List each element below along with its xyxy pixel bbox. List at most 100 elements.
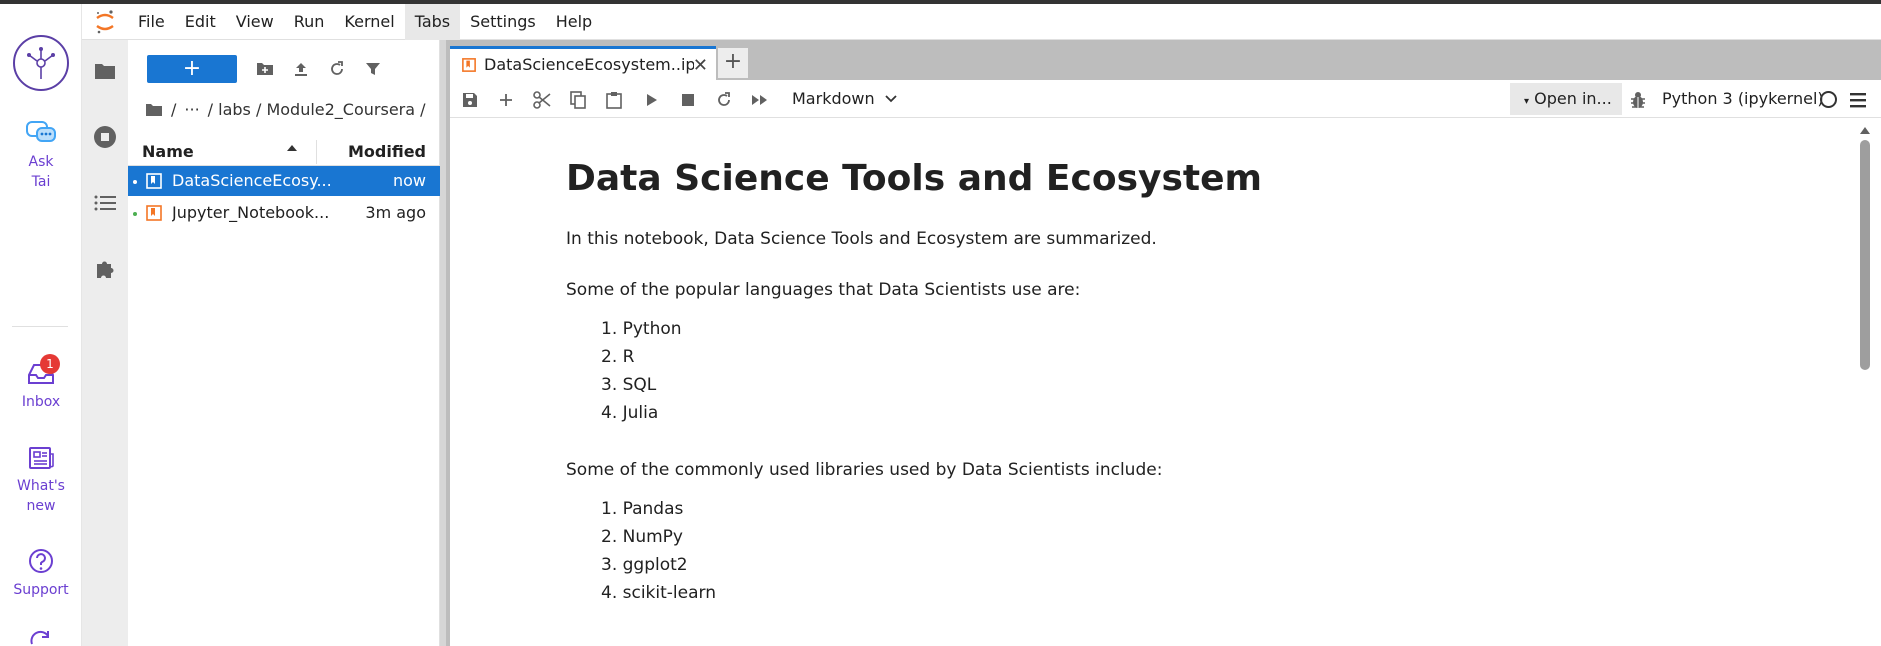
- column-name[interactable]: Name: [142, 142, 194, 161]
- inbox-badge: 1: [40, 354, 60, 374]
- breadcrumb-path[interactable]: / labs / Module2_Coursera /: [208, 100, 426, 119]
- debugger-button[interactable]: [1628, 90, 1648, 110]
- file-browser: + / ··· / labs / Module2_Coursera / Name…: [128, 40, 440, 646]
- hamburger-menu-icon[interactable]: [1848, 90, 1868, 110]
- rail-item-whats-new[interactable]: What's new: [0, 446, 82, 516]
- app-rail: Ask Tai 1 Inbox What's new Support: [0, 4, 82, 646]
- save-icon: [463, 93, 477, 107]
- clipboard-icon: [606, 92, 622, 109]
- menu-kernel[interactable]: Kernel: [334, 4, 404, 40]
- cell-type-select[interactable]: Markdown: [792, 89, 897, 108]
- extensions-tab[interactable]: [82, 246, 128, 292]
- kernel-name[interactable]: Python 3 (ipykernel): [1662, 89, 1824, 108]
- menu-edit[interactable]: Edit: [175, 4, 226, 40]
- upload-button[interactable]: [290, 58, 312, 80]
- rail-item-refresh[interactable]: [0, 630, 82, 646]
- scroll-thumb[interactable]: [1860, 140, 1870, 370]
- play-icon: [647, 94, 657, 106]
- caret-down-icon: ▾: [1524, 96, 1530, 107]
- copy-button[interactable]: [568, 90, 588, 110]
- folder-icon[interactable]: [145, 103, 163, 117]
- puzzle-piece-icon: [97, 261, 114, 278]
- copy-icon: [570, 91, 586, 109]
- libraries-list: 1. Pandas 2. NumPy 3. ggplot2 4. scikit-…: [601, 495, 716, 607]
- breadcrumb-root[interactable]: /: [171, 100, 176, 119]
- file-name: DataScienceEcosy...: [172, 171, 332, 190]
- open-in-button[interactable]: ▾ Open in...: [1510, 83, 1622, 115]
- tab-notebook[interactable]: DataScienceEcosystem..ipynb ✕: [450, 46, 716, 80]
- cell-type-value: Markdown: [792, 89, 875, 108]
- rail-label: new: [26, 498, 56, 514]
- list-item: 1. Pandas: [601, 499, 684, 519]
- notebook-content[interactable]: Data Science Tools and Ecosystem In this…: [450, 118, 1881, 646]
- menu-run[interactable]: Run: [284, 4, 335, 40]
- tree-logo-icon: [27, 47, 55, 79]
- add-tab-button[interactable]: +: [718, 48, 748, 78]
- rail-item-ask-tai[interactable]: Ask Tai: [0, 120, 82, 192]
- rail-label: Support: [13, 582, 69, 598]
- upload-icon: [295, 63, 307, 76]
- menu-file[interactable]: File: [128, 4, 175, 40]
- cut-button[interactable]: [532, 90, 552, 110]
- menu-settings[interactable]: Settings: [460, 4, 546, 40]
- file-row[interactable]: Jupyter_Notebook... 3m ago: [128, 198, 440, 228]
- running-indicator: [133, 212, 137, 216]
- run-cell-button[interactable]: [642, 90, 662, 110]
- sort-ascending-icon[interactable]: [286, 144, 298, 152]
- vertical-scrollbar[interactable]: [1859, 124, 1871, 640]
- refresh-button[interactable]: [326, 58, 348, 80]
- insert-cell-button[interactable]: [496, 90, 516, 110]
- tab-label: DataScienceEcosystem..ipynb: [484, 55, 694, 74]
- new-folder-icon: [257, 63, 273, 75]
- menu-view[interactable]: View: [226, 4, 284, 40]
- stop-circle-icon: [94, 126, 116, 148]
- folder-icon: [95, 64, 115, 79]
- restart-run-all-button[interactable]: [750, 90, 770, 110]
- refresh-icon: [718, 92, 730, 106]
- plus-icon: [500, 94, 512, 106]
- intro-text: In this notebook, Data Science Tools and…: [566, 229, 1157, 249]
- scroll-up-arrow-icon[interactable]: [1859, 124, 1871, 136]
- chevron-down-icon: [884, 94, 897, 102]
- running-tab[interactable]: [82, 114, 128, 160]
- rail-label: Tai: [31, 174, 51, 190]
- file-row[interactable]: DataScienceEcosy... now: [128, 166, 440, 196]
- open-in-label: Open in...: [1534, 89, 1612, 108]
- menu-bar: File Edit View Run Kernel Tabs Settings …: [82, 3, 1881, 40]
- column-divider[interactable]: [316, 140, 317, 164]
- breadcrumb-ellipsis[interactable]: ···: [184, 100, 199, 119]
- filter-icon: [366, 63, 380, 75]
- toc-tab[interactable]: [82, 180, 128, 226]
- paste-button[interactable]: [604, 90, 624, 110]
- file-browser-tab[interactable]: [82, 48, 128, 94]
- list-item: 2. R: [601, 347, 635, 367]
- list-item: 4. scikit-learn: [601, 583, 716, 603]
- save-button[interactable]: [460, 90, 480, 110]
- column-modified[interactable]: Modified: [348, 142, 426, 161]
- menu-tabs[interactable]: Tabs: [404, 3, 461, 40]
- jupyter-logo-icon: [96, 9, 114, 33]
- breadcrumb: / ··· / labs / Module2_Coursera /: [145, 100, 426, 119]
- list-item: 4. Julia: [601, 403, 659, 423]
- refresh-icon: [331, 61, 343, 75]
- rail-label: Inbox: [21, 394, 61, 410]
- menu-help[interactable]: Help: [546, 4, 602, 40]
- rail-item-support[interactable]: Support: [0, 548, 82, 600]
- restart-kernel-button[interactable]: [714, 90, 734, 110]
- list-item: 3. SQL: [601, 375, 657, 395]
- libraries-intro: Some of the commonly used libraries used…: [566, 460, 1163, 480]
- interrupt-kernel-button[interactable]: [678, 90, 698, 110]
- filter-button[interactable]: [362, 58, 384, 80]
- new-launcher-button[interactable]: +: [147, 55, 237, 83]
- app-logo[interactable]: [13, 35, 69, 91]
- jupyter-logo: [82, 4, 128, 40]
- scissors-icon: [533, 91, 551, 109]
- rail-item-inbox[interactable]: 1 Inbox: [0, 354, 82, 412]
- notebook-icon: [146, 173, 162, 189]
- fast-forward-icon: [752, 95, 767, 105]
- file-modified: now: [392, 171, 426, 190]
- newspaper-icon: [29, 447, 54, 469]
- close-icon[interactable]: ✕: [693, 55, 708, 76]
- new-folder-button[interactable]: [254, 58, 276, 80]
- list-icon: [94, 195, 116, 211]
